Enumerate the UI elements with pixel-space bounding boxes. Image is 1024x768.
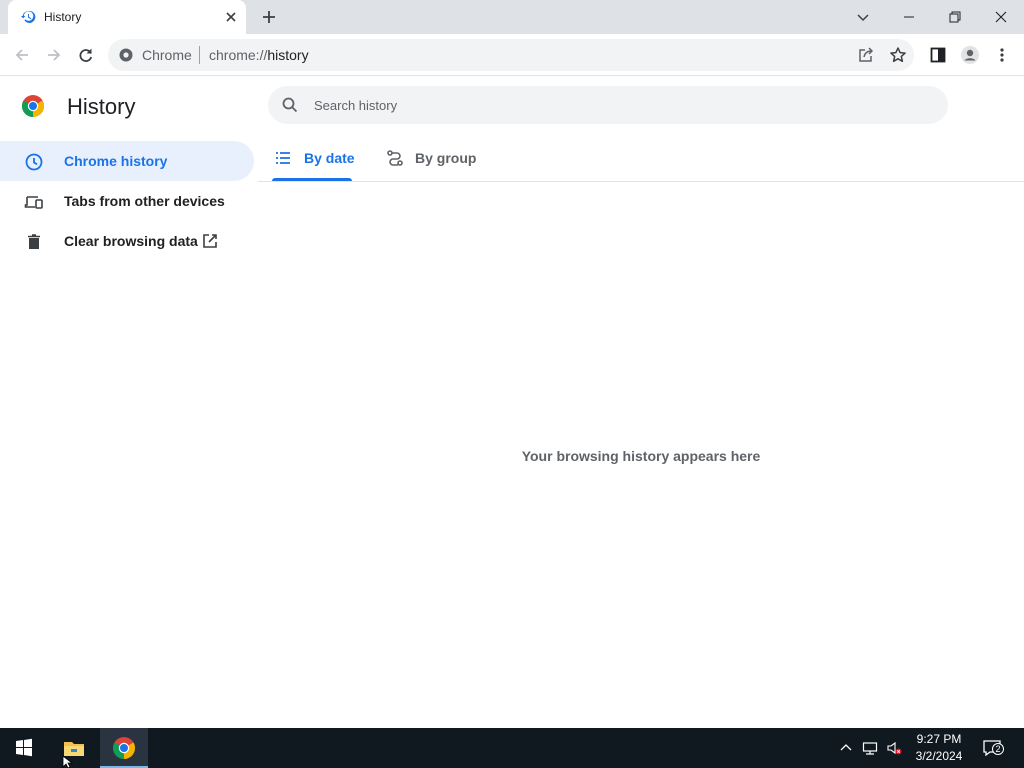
start-button[interactable] xyxy=(0,728,48,768)
back-icon[interactable] xyxy=(12,45,32,65)
search-input[interactable] xyxy=(314,95,914,115)
open-in-new-icon xyxy=(203,234,217,248)
tab-label: By date xyxy=(304,150,355,166)
mouse-cursor-icon xyxy=(62,756,74,768)
tab-by-group[interactable]: By group xyxy=(384,141,484,181)
sidebar-item-label: Chrome history xyxy=(64,153,168,169)
tab-by-date[interactable]: By date xyxy=(272,141,362,181)
share-icon[interactable] xyxy=(856,45,876,65)
devices-icon xyxy=(24,196,43,209)
address-bar[interactable]: Chrome chrome://history xyxy=(108,39,914,71)
browser-toolbar: Chrome chrome://history xyxy=(0,34,1024,76)
forward-icon[interactable] xyxy=(44,45,64,65)
notification-center-button[interactable]: 2 xyxy=(982,738,1004,758)
chip-divider xyxy=(199,46,200,64)
tab-strip: History xyxy=(0,0,1024,34)
page-title: History xyxy=(67,94,136,119)
sidebar-item-chrome-history[interactable]: Chrome history xyxy=(0,141,254,181)
chrome-page-icon[interactable] xyxy=(118,47,134,63)
new-tab-icon[interactable] xyxy=(259,7,279,27)
side-panel-icon[interactable] xyxy=(928,45,948,65)
sidebar-item-tabs-from-other-devices[interactable]: Tabs from other devices xyxy=(0,181,254,221)
notification-count-badge: 2 xyxy=(992,743,1004,755)
site-chip: Chrome xyxy=(142,47,192,63)
url-text[interactable]: chrome://history xyxy=(209,47,309,63)
network-icon[interactable] xyxy=(862,740,878,756)
list-icon xyxy=(276,152,290,164)
sidebar-item-label: Tabs from other devices xyxy=(64,193,225,209)
empty-state-message: Your browsing history appears here xyxy=(521,448,761,464)
chrome-logo-icon xyxy=(22,95,44,117)
history-icon xyxy=(21,10,36,23)
trash-icon xyxy=(28,234,40,249)
chrome-icon xyxy=(113,737,135,759)
taskbar-chrome[interactable] xyxy=(100,728,148,768)
reload-icon[interactable] xyxy=(76,45,96,65)
menu-kebab-icon[interactable] xyxy=(992,45,1012,65)
taskbar-clock[interactable]: 9:27 PM 3/2/2024 xyxy=(906,731,972,765)
tab-title: History xyxy=(44,10,82,24)
sidebar-item-label: Clear browsing data xyxy=(64,233,198,249)
tabs-divider xyxy=(258,181,1024,182)
minimize-icon[interactable] xyxy=(899,7,919,27)
search-history-box[interactable] xyxy=(268,86,948,124)
windows-taskbar: 9:27 PM 3/2/2024 2 xyxy=(0,728,1024,768)
clock-date: 3/2/2024 xyxy=(915,749,963,763)
sidebar-item-clear-browsing-data[interactable]: Clear browsing data xyxy=(0,221,254,261)
journeys-icon xyxy=(387,150,403,166)
chevron-up-icon[interactable] xyxy=(838,740,854,756)
volume-muted-icon[interactable] xyxy=(886,740,902,756)
bookmark-star-icon[interactable] xyxy=(888,45,908,65)
tab-search-icon[interactable] xyxy=(853,7,873,27)
taskbar-file-explorer[interactable] xyxy=(50,728,98,768)
restore-icon[interactable] xyxy=(945,7,965,27)
clock-icon xyxy=(25,153,43,171)
clock-time: 9:27 PM xyxy=(916,732,962,746)
tab-label: By group xyxy=(415,150,477,166)
search-icon[interactable] xyxy=(281,96,299,114)
start-icon xyxy=(16,738,32,757)
close-window-icon[interactable] xyxy=(991,7,1011,27)
profile-avatar-icon[interactable] xyxy=(960,45,980,65)
close-tab-icon[interactable] xyxy=(223,9,239,25)
browser-tab[interactable]: History xyxy=(8,0,246,34)
